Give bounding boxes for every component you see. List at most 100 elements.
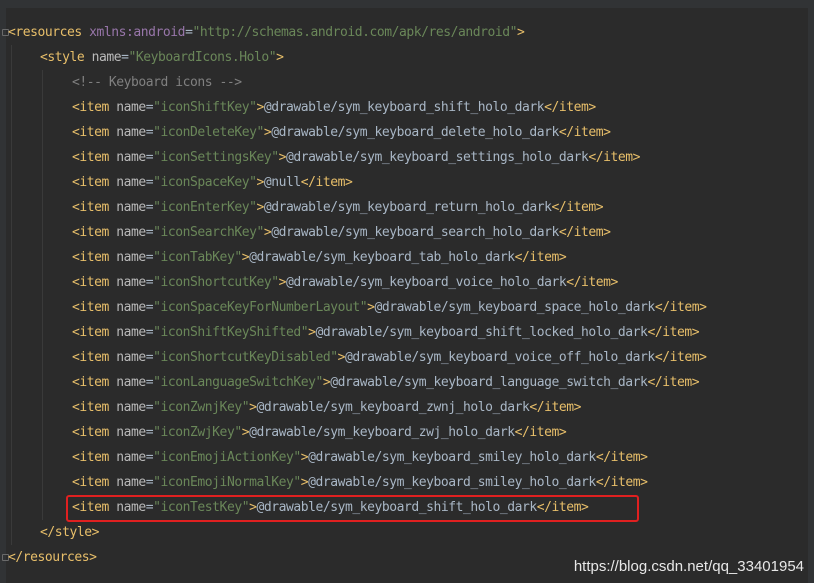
code-line-item[interactable]: <item name="iconShiftKeyShifted">@drawab… xyxy=(72,320,700,345)
attribute-value: "KeyboardIcons.Holo" xyxy=(128,50,277,65)
tag-close-bracket: > xyxy=(256,100,264,115)
item-value: @drawable/sym_keyboard_shift_locked_holo… xyxy=(315,325,648,340)
code-line-item[interactable]: <item name="iconSearchKey">@drawable/sym… xyxy=(72,220,611,245)
tag-open: <item xyxy=(72,475,109,490)
attribute-name: name xyxy=(108,400,146,415)
indent-guide-resources xyxy=(11,45,12,545)
code-line-item[interactable]: <item name="iconShiftKey">@drawable/sym_… xyxy=(72,95,596,120)
attribute-value: "iconSettingsKey" xyxy=(153,150,279,165)
code-editor[interactable]: <resources xmlns:android = "http://schemas… xyxy=(0,0,814,583)
item-value: @drawable/sym_keyboard_delete_holo_dark xyxy=(271,125,559,140)
tag-close-bracket: > xyxy=(337,350,346,365)
tag-close: </item> xyxy=(300,175,353,190)
item-value: @drawable/sym_keyboard_space_holo_dark xyxy=(374,300,656,315)
attribute-name: name xyxy=(108,275,146,290)
attribute-value: "http://schemas.android.com/apk/res/andr… xyxy=(192,25,518,40)
tag-close-bracket: > xyxy=(276,50,284,65)
tag-close: </item> xyxy=(595,475,648,490)
tag-close-bracket: > xyxy=(278,275,287,290)
code-line-item[interactable]: <item name="iconZwnjKey">@drawable/sym_k… xyxy=(72,395,581,420)
attribute-value: "iconSpaceKey" xyxy=(153,175,257,190)
attribute-name: name xyxy=(108,250,146,265)
code-line-style-close[interactable]: </style> xyxy=(40,520,99,545)
attribute-name: name xyxy=(108,350,146,365)
item-value: @drawable/sym_keyboard_settings_holo_dar… xyxy=(285,150,589,165)
attribute-value: "iconLanguageSwitchKey" xyxy=(153,375,323,390)
item-value: @drawable/sym_keyboard_shift_holo_dark xyxy=(263,100,545,115)
tag-close: </item> xyxy=(647,325,700,340)
tag-close: </item> xyxy=(647,375,700,390)
tag-open: <item xyxy=(72,275,109,290)
attribute-value: "iconShiftKeyShifted" xyxy=(153,325,309,340)
code-line-item[interactable]: <item name="iconZwjKey">@drawable/sym_ke… xyxy=(72,420,567,445)
tag-close-bracket: > xyxy=(241,250,250,265)
code-line-item[interactable]: <item name="iconTabKey">@drawable/sym_ke… xyxy=(72,245,567,270)
gutter xyxy=(0,0,6,583)
right-edge xyxy=(808,0,814,583)
attribute-value: "iconZwjKey" xyxy=(153,425,242,440)
tag-close: </item> xyxy=(551,200,604,215)
attribute-name: name xyxy=(108,125,146,140)
attribute-name: name xyxy=(108,325,146,340)
code-line-comment[interactable]: <!-- Keyboard icons --> xyxy=(72,70,242,95)
item-value: @null xyxy=(263,175,301,190)
code-line-resources-close[interactable]: </resources> xyxy=(8,545,97,570)
tag-close: </item> xyxy=(654,300,707,315)
attribute-name: xmlns:android xyxy=(81,25,186,40)
attribute-name: name xyxy=(108,175,146,190)
attribute-value: "iconTabKey" xyxy=(153,250,242,265)
tag-close: </item> xyxy=(558,125,611,140)
code-line-item[interactable]: <item name="iconSpaceKeyForNumberLayout"… xyxy=(72,295,707,320)
tag-close: </item> xyxy=(529,400,582,415)
tag-close: </item> xyxy=(514,250,567,265)
code-line-item[interactable]: <item name="iconLanguageSwitchKey">@draw… xyxy=(72,370,700,395)
item-value: @drawable/sym_keyboard_return_holo_dark xyxy=(263,200,552,215)
item-value: @drawable/sym_keyboard_smiley_holo_dark xyxy=(308,475,596,490)
code-line-item[interactable]: <item name="iconDeleteKey">@drawable/sym… xyxy=(72,120,611,145)
tag-close: </item> xyxy=(595,450,648,465)
attribute-name: name xyxy=(108,225,146,240)
attribute-value: "iconShortcutKeyDisabled" xyxy=(153,350,338,365)
tag-open: <item xyxy=(72,425,109,440)
attribute-value: "iconEmojiActionKey" xyxy=(153,450,301,465)
code-line-item[interactable]: <item name="iconSpaceKey">@null</item> xyxy=(72,170,353,195)
tag-close: </item> xyxy=(558,225,611,240)
attribute-value: "iconShortcutKey" xyxy=(153,275,279,290)
attribute-name: name xyxy=(108,450,146,465)
tag-open: <item xyxy=(72,375,109,390)
code-line-item[interactable]: <item name="iconEnterKey">@drawable/sym_… xyxy=(72,195,604,220)
item-value: @drawable/sym_keyboard_voice_holo_dark xyxy=(285,275,567,290)
attribute-name: name xyxy=(108,150,146,165)
tag-open: <item xyxy=(72,200,109,215)
attribute-value: "iconSpaceKeyForNumberLayout" xyxy=(153,300,368,315)
tag-open: <item xyxy=(72,100,109,115)
code-line-item[interactable]: <item name="iconShortcutKey">@drawable/s… xyxy=(72,270,618,295)
code-line-item[interactable]: <item name="iconEmojiNormalKey">@drawabl… xyxy=(72,470,648,495)
code-line-item[interactable]: <item name="iconEmojiActionKey">@drawabl… xyxy=(72,445,648,470)
tag-close-bracket: > xyxy=(367,300,375,315)
tag-open: <item xyxy=(72,125,109,140)
tag-open: <item xyxy=(72,150,109,165)
tag-close-bracket: > xyxy=(300,450,309,465)
tag-close-bracket: > xyxy=(278,150,287,165)
tag-open: <item xyxy=(72,450,109,465)
attribute-value: "iconSearchKey" xyxy=(153,225,264,240)
code-line-item[interactable]: <item name="iconShortcutKeyDisabled">@dr… xyxy=(72,345,707,370)
tag-open: <item xyxy=(72,250,109,265)
tag-close-bracket: > xyxy=(241,425,250,440)
tag-open: <item xyxy=(72,400,109,415)
tag-close: </item> xyxy=(566,275,618,290)
attribute-name: name xyxy=(108,200,146,215)
item-value: @drawable/sym_keyboard_language_switch_d… xyxy=(330,375,648,390)
attribute-value: "iconZwnjKey" xyxy=(153,400,250,415)
equals: = xyxy=(121,50,129,65)
attribute-name: name xyxy=(108,375,146,390)
tag-open: <style xyxy=(40,50,85,65)
tag-close-bracket: > xyxy=(256,175,264,190)
code-line-style-open[interactable]: <style name="KeyboardIcons.Holo"> xyxy=(40,45,284,70)
code-line-resources-open[interactable]: <resources xmlns:android="http://schemas… xyxy=(8,20,525,45)
tag-close-bracket: > xyxy=(256,200,264,215)
tag-open: <item xyxy=(72,175,109,190)
attribute-value: "iconDeleteKey" xyxy=(153,125,264,140)
code-line-item[interactable]: <item name="iconSettingsKey">@drawable/s… xyxy=(72,145,641,170)
